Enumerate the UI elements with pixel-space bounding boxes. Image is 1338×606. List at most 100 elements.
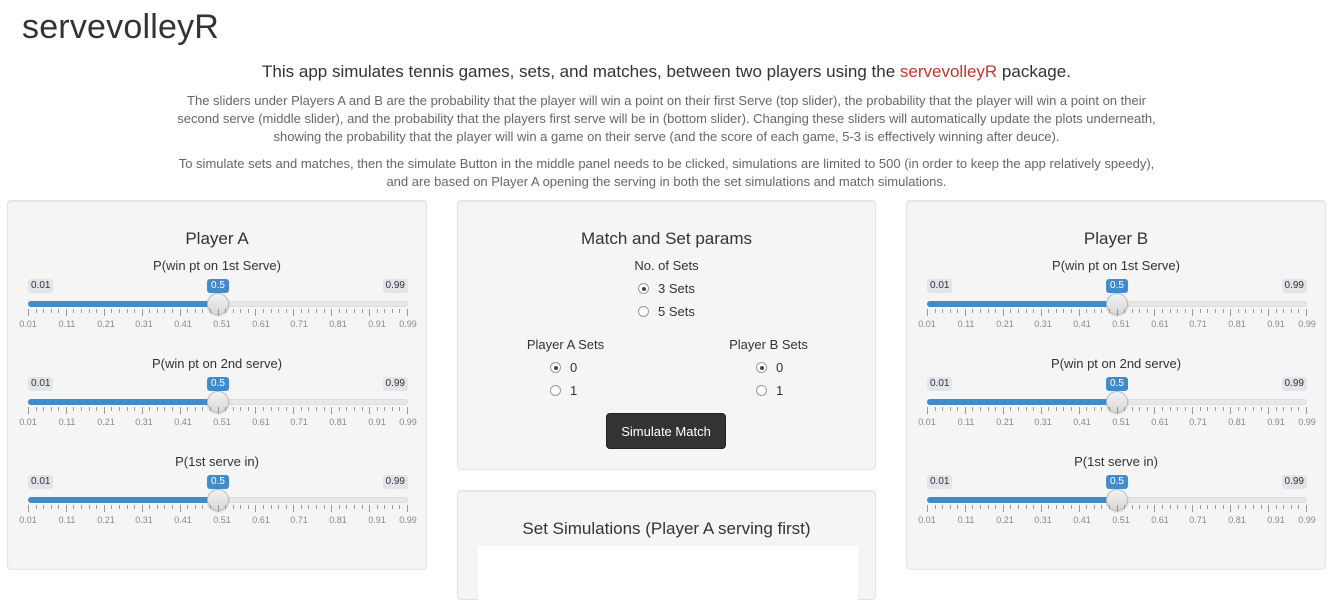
slider-tick	[301, 309, 302, 313]
slider-tick	[240, 407, 241, 411]
slider-tick	[331, 407, 332, 414]
slider-tick	[255, 407, 256, 414]
slider-tick-label: 0.81	[329, 417, 347, 427]
slider-max-label: 0.99	[1281, 475, 1307, 489]
slider-tick	[96, 309, 97, 313]
slider-tick-label: 0.61	[1151, 319, 1169, 329]
slider-tick	[1291, 309, 1292, 313]
slider-tick	[1094, 309, 1095, 313]
slider-fill	[28, 497, 218, 503]
slider-tick	[187, 505, 188, 509]
slider-tick	[324, 407, 325, 411]
slider-tick	[1215, 407, 1216, 411]
radio-dot-checked	[756, 362, 767, 373]
slider-tick	[1215, 505, 1216, 509]
slider-tick	[1215, 309, 1216, 313]
slider-tick	[1056, 407, 1057, 411]
slider-tick	[73, 407, 74, 411]
slider-tick	[43, 309, 44, 313]
slider-tick-label: 0.51	[213, 515, 231, 525]
slider-tick-label: 0.11	[58, 319, 76, 329]
slider-tick	[73, 505, 74, 509]
slider-tick	[66, 309, 67, 316]
slider-tick	[1192, 407, 1193, 414]
slider-tick	[1101, 309, 1102, 313]
slider-tick	[972, 407, 973, 411]
slider-tick-label: 0.01	[918, 515, 936, 525]
radio-a-sets-0[interactable]: 0	[550, 360, 577, 375]
slider-tick	[157, 407, 158, 411]
player-a-slider-3[interactable]: 0.01 0.99 0.5 0.01 0.11 0.21 0.31 0.41 0.51 0.61 0…	[19, 475, 417, 531]
slider-tick	[1261, 407, 1262, 411]
slider-fill	[28, 301, 218, 307]
player-b-slider-1[interactable]: 0.01 0.99 0.5 0.01 0.11 0.21 0.31 0.41 0.51 0.61 0…	[918, 279, 1316, 335]
radio-3-sets[interactable]: 3 Sets	[638, 281, 695, 296]
slider-tick	[1223, 309, 1224, 313]
slider-tick	[142, 407, 143, 414]
slider-tick	[1086, 505, 1087, 509]
radio-dot-checked	[638, 283, 649, 294]
player-b-slider-3[interactable]: 0.01 0.99 0.5 0.01 0.11 0.21 0.31 0.41 0.51 0.61 0…	[918, 475, 1316, 531]
set-simulations-plot	[478, 546, 858, 606]
slider-tick	[58, 309, 59, 313]
slider-tick	[1003, 407, 1004, 414]
radio-b-sets-0[interactable]: 0	[756, 360, 783, 375]
slider-tick	[1147, 407, 1148, 411]
slider-tick	[248, 407, 249, 411]
slider-tick	[293, 505, 294, 512]
slider-tick	[1291, 505, 1292, 509]
slider-tick	[51, 407, 52, 411]
intro-section: This app simulates tennis games, sets, a…	[0, 62, 1333, 200]
slider-tick	[195, 407, 196, 411]
slider-tick	[255, 505, 256, 512]
package-link[interactable]: servevolleyR	[900, 62, 997, 81]
player-b-title: Player B	[1083, 229, 1149, 248]
slider-tick-labels: 0.01 0.11 0.21 0.31 0.41 0.51 0.61 0.71 0.81 0.91…	[19, 515, 417, 527]
player-a-slider-2[interactable]: 0.01 0.99 0.5 0.01 0.11 0.21 0.31 0.41 0.51 0.61 0…	[19, 377, 417, 433]
player-a-slider-1[interactable]: 0.01 0.99 0.5 0.01 0.11 0.21 0.31 0.41 0.51 0.61 0…	[19, 279, 417, 335]
slider-tick	[1154, 407, 1155, 414]
slider-tick	[1238, 309, 1239, 313]
slider-tick-label: 0.81	[1228, 319, 1246, 329]
slider-tick	[202, 407, 203, 411]
slider-tick	[96, 505, 97, 509]
slider-ticks	[28, 309, 408, 319]
player-b-slider-2[interactable]: 0.01 0.99 0.5 0.01 0.11 0.21 0.31 0.41 0.51 0.61 0…	[918, 377, 1316, 433]
slider-tick-label: 0.11	[957, 515, 975, 525]
slider-tick	[210, 407, 211, 411]
slider-tick	[988, 407, 989, 411]
slider-tick	[1185, 505, 1186, 509]
slider-tick	[149, 407, 150, 411]
slider-tick	[142, 309, 143, 316]
slider-tick	[1147, 505, 1148, 509]
radio-a-sets-1[interactable]: 1	[550, 383, 577, 398]
slider-tick-label: 0.61	[252, 319, 270, 329]
slider-tick	[1041, 407, 1042, 414]
slider-tick-label: 0.91	[1267, 515, 1285, 525]
slider-tick	[1154, 505, 1155, 512]
slider-tick	[377, 309, 378, 313]
slider-tick	[271, 309, 272, 313]
slider-tick-label: 0.11	[957, 319, 975, 329]
slider-tick	[1033, 505, 1034, 509]
slider-tick	[89, 407, 90, 411]
slider-min-label: 0.01	[927, 377, 953, 391]
slider-tick-label: 0.99	[1298, 417, 1316, 427]
slider-tick	[142, 505, 143, 512]
slider-tick-label: 0.41	[1073, 515, 1091, 525]
slider-tick-label: 0.61	[1151, 515, 1169, 525]
radio-5-sets[interactable]: 5 Sets	[638, 304, 695, 319]
slider-value-label: 0.5	[207, 475, 229, 489]
slider-tick	[1192, 505, 1193, 512]
slider-tick	[172, 505, 173, 509]
slider-tick	[1276, 505, 1277, 509]
slider-tick	[1139, 309, 1140, 313]
slider-tick	[104, 309, 105, 316]
slider-tick	[240, 505, 241, 509]
slider-tick	[1245, 407, 1246, 411]
slider-tick	[1109, 407, 1110, 411]
simulate-match-button[interactable]: Simulate Match	[606, 413, 726, 449]
slider-tick	[119, 505, 120, 509]
radio-b-sets-1[interactable]: 1	[756, 383, 783, 398]
slider-tick	[392, 309, 393, 313]
